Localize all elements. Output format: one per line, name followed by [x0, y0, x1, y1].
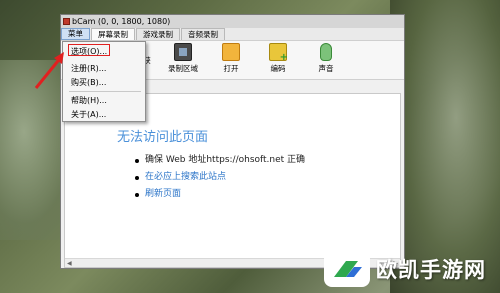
menu-item-register[interactable]: 注册(R)... [71, 63, 106, 74]
menu-main[interactable]: 菜单 [61, 28, 90, 40]
refresh-page-link[interactable]: 刷新页面 [145, 186, 181, 203]
folder-icon [222, 43, 240, 61]
suggestion-check-url: 确保 Web 地址https://ohsoft.net 正确 [145, 155, 306, 165]
watermark: 欧凯手游网 [324, 251, 486, 287]
suggestion-item: 刷新页面 [135, 186, 305, 203]
window-title: bCam (0, 0, 1800, 1080) [72, 17, 171, 26]
sound-button[interactable]: 声音 [306, 43, 346, 74]
error-title: 无法访问此页面 [117, 130, 209, 145]
app-icon [63, 18, 70, 25]
red-arrow-annotation [34, 52, 64, 89]
record-region-button[interactable]: 录制区域 [163, 43, 203, 74]
microphone-icon [320, 43, 332, 61]
tab-strip: 屏幕录制 游戏录制 音频录制 [91, 28, 226, 40]
open-label: 打开 [223, 64, 239, 73]
encode-icon [269, 43, 288, 63]
scroll-left-icon[interactable]: ◀ [67, 260, 72, 267]
main-menu-dropdown: 选项(O)... 注册(R)... 购买(B)... 帮助(H)... 关于(A… [62, 41, 146, 122]
background-foliage [390, 0, 500, 293]
bullet-icon [135, 175, 139, 180]
encode-label: 编码 [270, 64, 286, 73]
suggestion-item: 在必应上搜索此站点 [135, 169, 305, 186]
tab-audio-record[interactable]: 音频录制 [181, 28, 225, 40]
record-region-label: 录制区域 [168, 64, 198, 73]
menu-separator [69, 91, 141, 92]
brand-logo-icon [324, 251, 370, 287]
menu-item-options[interactable]: 选项(O)... [71, 46, 107, 57]
search-bing-link[interactable]: 在必应上搜索此站点 [145, 169, 226, 186]
open-button[interactable]: 打开 [211, 43, 251, 74]
monitor-icon [174, 43, 192, 61]
sound-label: 声音 [318, 64, 334, 73]
suggestion-item: 确保 Web 地址https://ohsoft.net 正确 [135, 152, 305, 169]
encode-button[interactable]: 编码 [258, 43, 298, 74]
bullet-icon [135, 158, 139, 163]
title-bar: bCam (0, 0, 1800, 1080) [61, 15, 404, 28]
menu-item-buy[interactable]: 购买(B)... [71, 77, 106, 88]
tab-game-record[interactable]: 游戏录制 [136, 28, 180, 40]
menu-item-about[interactable]: 关于(A)... [71, 109, 106, 120]
bullet-icon [135, 192, 139, 197]
menu-item-help[interactable]: 帮助(H)... [71, 95, 107, 106]
tab-screen-record[interactable]: 屏幕录制 [91, 28, 135, 40]
watermark-text: 欧凯手游网 [376, 258, 486, 282]
error-suggestions: 确保 Web 地址https://ohsoft.net 正确 在必应上搜索此站点… [135, 152, 305, 203]
